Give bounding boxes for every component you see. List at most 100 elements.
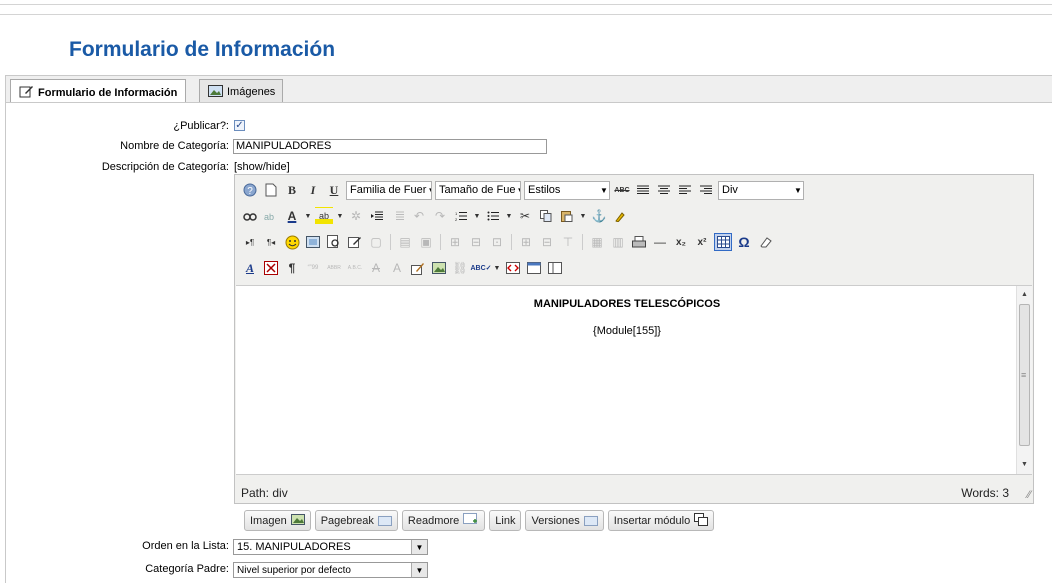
layer-icon[interactable]: ▤	[396, 233, 414, 251]
font-family-select[interactable]: Familia de Fuer▼	[346, 180, 432, 200]
anchor-icon[interactable]: ⚓	[590, 207, 608, 225]
non-break-icon[interactable]	[262, 259, 280, 277]
italic-icon[interactable]: I	[304, 181, 322, 199]
editor-content-area[interactable]: MANIPULADORES TELESCÓPICOS {Module[155]}…	[236, 285, 1032, 475]
spellcheck-icon[interactable]: ABC✓	[470, 259, 491, 277]
insert-module-button[interactable]: Insertar módulo	[607, 510, 715, 531]
cut-icon[interactable]: ✂	[516, 207, 534, 225]
del-icon[interactable]: A	[367, 259, 385, 277]
paste-icon[interactable]	[558, 207, 576, 225]
fullscreen-icon[interactable]	[525, 259, 543, 277]
template-icon[interactable]: ▢	[367, 233, 385, 251]
attribs-icon[interactable]	[409, 259, 427, 277]
chevron-down-icon: ▼	[794, 185, 802, 195]
numbered-list-icon[interactable]: 12	[452, 207, 470, 225]
preview-icon[interactable]	[325, 233, 343, 251]
ltr-icon[interactable]: ▸¶	[241, 233, 259, 251]
image-button[interactable]: Imagen	[244, 510, 311, 531]
pagebreak-button[interactable]: Pagebreak	[314, 510, 398, 531]
styles-select[interactable]: Estilos ▼	[524, 180, 610, 200]
delete-row-icon[interactable]: ⊡	[488, 233, 506, 251]
indent-icon[interactable]	[389, 207, 407, 225]
superscript-icon[interactable]: x²	[693, 233, 711, 251]
bullet-list-icon[interactable]	[484, 207, 502, 225]
horizontal-rule-icon[interactable]: —	[651, 233, 669, 251]
scroll-up-icon[interactable]: ▲	[1017, 288, 1032, 302]
rtl-icon[interactable]: ¶◂	[262, 233, 280, 251]
cleanup-brush-icon[interactable]	[611, 207, 629, 225]
special-char-icon[interactable]: Ω	[735, 233, 753, 251]
publish-checkbox[interactable]: ✓	[234, 120, 245, 131]
underline-icon[interactable]: U	[325, 181, 343, 199]
insert-row-icon[interactable]: ⊞	[446, 233, 464, 251]
chevron-down-icon[interactable]: ▼	[493, 259, 501, 277]
category-name-input[interactable]: MANIPULADORES	[233, 139, 547, 154]
merge-cells-icon[interactable]: ⊞	[517, 233, 535, 251]
versions-button[interactable]: Versiones	[525, 510, 604, 531]
emoticon-icon[interactable]	[283, 233, 301, 251]
style-props-icon[interactable]: A	[241, 259, 259, 277]
format-value: Div	[722, 184, 738, 196]
ins-icon[interactable]: A	[388, 259, 406, 277]
show-hide-link[interactable]: [show/hide]	[234, 161, 290, 173]
tab-imagenes[interactable]: Imágenes	[199, 79, 283, 104]
justify-full-icon[interactable]	[634, 181, 652, 199]
svg-text:ab: ab	[264, 212, 274, 222]
split-cells-icon[interactable]: ⊟	[538, 233, 556, 251]
media-icon[interactable]	[304, 233, 322, 251]
parent-select[interactable]: Nivel superior por defecto ▼	[233, 562, 428, 578]
bold-icon[interactable]: B	[283, 181, 301, 199]
html-source-icon[interactable]	[504, 259, 522, 277]
insert-col-icon[interactable]: ⊟	[467, 233, 485, 251]
versions-icon	[583, 515, 598, 526]
font-color-icon[interactable]: A	[283, 207, 301, 225]
eraser-icon[interactable]	[756, 233, 774, 251]
module-icon	[694, 512, 709, 529]
scroll-down-icon[interactable]: ▼	[1017, 458, 1032, 472]
visual-chars-icon[interactable]: ¶	[283, 259, 301, 277]
align-right-icon[interactable]	[697, 181, 715, 199]
chevron-down-icon[interactable]: ▼	[304, 207, 312, 225]
edit-icon[interactable]	[346, 233, 364, 251]
editor-scrollbar[interactable]: ▲ ≡ ▼	[1016, 286, 1032, 474]
font-size-select[interactable]: Tamaño de Fue▼	[435, 180, 521, 200]
align-center-icon[interactable]	[655, 181, 673, 199]
copy-icon[interactable]	[537, 207, 555, 225]
readmore-button-label: Readmore	[407, 514, 460, 527]
replace-icon[interactable]: ab	[262, 207, 280, 225]
cite-icon[interactable]: “”99	[304, 259, 322, 277]
print-icon[interactable]	[630, 233, 648, 251]
help-icon[interactable]: ?	[241, 181, 259, 199]
link-button[interactable]: Link	[489, 510, 522, 531]
font-size-value: Tamaño de Fue	[439, 184, 516, 196]
acronym-icon[interactable]: A.B.C.	[346, 259, 364, 277]
table-icon[interactable]	[714, 233, 732, 251]
image-insert-icon[interactable]	[430, 259, 448, 277]
readmore-button[interactable]: Readmore	[401, 510, 486, 531]
subscript-icon[interactable]: x₂	[672, 233, 690, 251]
cell-props-icon[interactable]: ⊤	[559, 233, 577, 251]
highlight-color-icon[interactable]: ab	[315, 207, 333, 225]
absolute-icon[interactable]: ▣	[417, 233, 435, 251]
redo-icon[interactable]: ↷	[431, 207, 449, 225]
align-left-icon[interactable]	[676, 181, 694, 199]
table-props-icon[interactable]: ▦	[588, 233, 606, 251]
order-select[interactable]: 15. MANIPULADORES ▼	[233, 539, 428, 555]
chevron-down-icon[interactable]: ▼	[579, 207, 587, 225]
format-select[interactable]: Div ▼	[718, 180, 804, 200]
toggle-editor-icon[interactable]	[546, 259, 564, 277]
cleanup-icon[interactable]: ✲	[347, 207, 365, 225]
find-icon[interactable]	[241, 207, 259, 225]
chevron-down-icon[interactable]: ▼	[505, 207, 513, 225]
new-document-icon[interactable]	[262, 181, 280, 199]
link-icon[interactable]: ⛓	[451, 259, 469, 277]
outdent-icon[interactable]	[368, 207, 386, 225]
chevron-down-icon[interactable]: ▼	[473, 207, 481, 225]
chevron-down-icon[interactable]: ▼	[336, 207, 344, 225]
abbr-icon[interactable]: ABBR	[325, 259, 343, 277]
toolbar-row-3: ▸¶ ¶◂ ▢ ▤ ▣ ⊞ ⊟ ⊡ ⊞ ⊟ ⊤ ▦ ▥ — x₂ x² Ω	[241, 231, 774, 253]
strikethrough-icon[interactable]: ABC	[613, 181, 631, 199]
row-props-icon[interactable]: ▥	[609, 233, 627, 251]
undo-icon[interactable]: ↶	[410, 207, 428, 225]
resize-handle-icon[interactable]: ⁄⁄	[1027, 489, 1031, 501]
